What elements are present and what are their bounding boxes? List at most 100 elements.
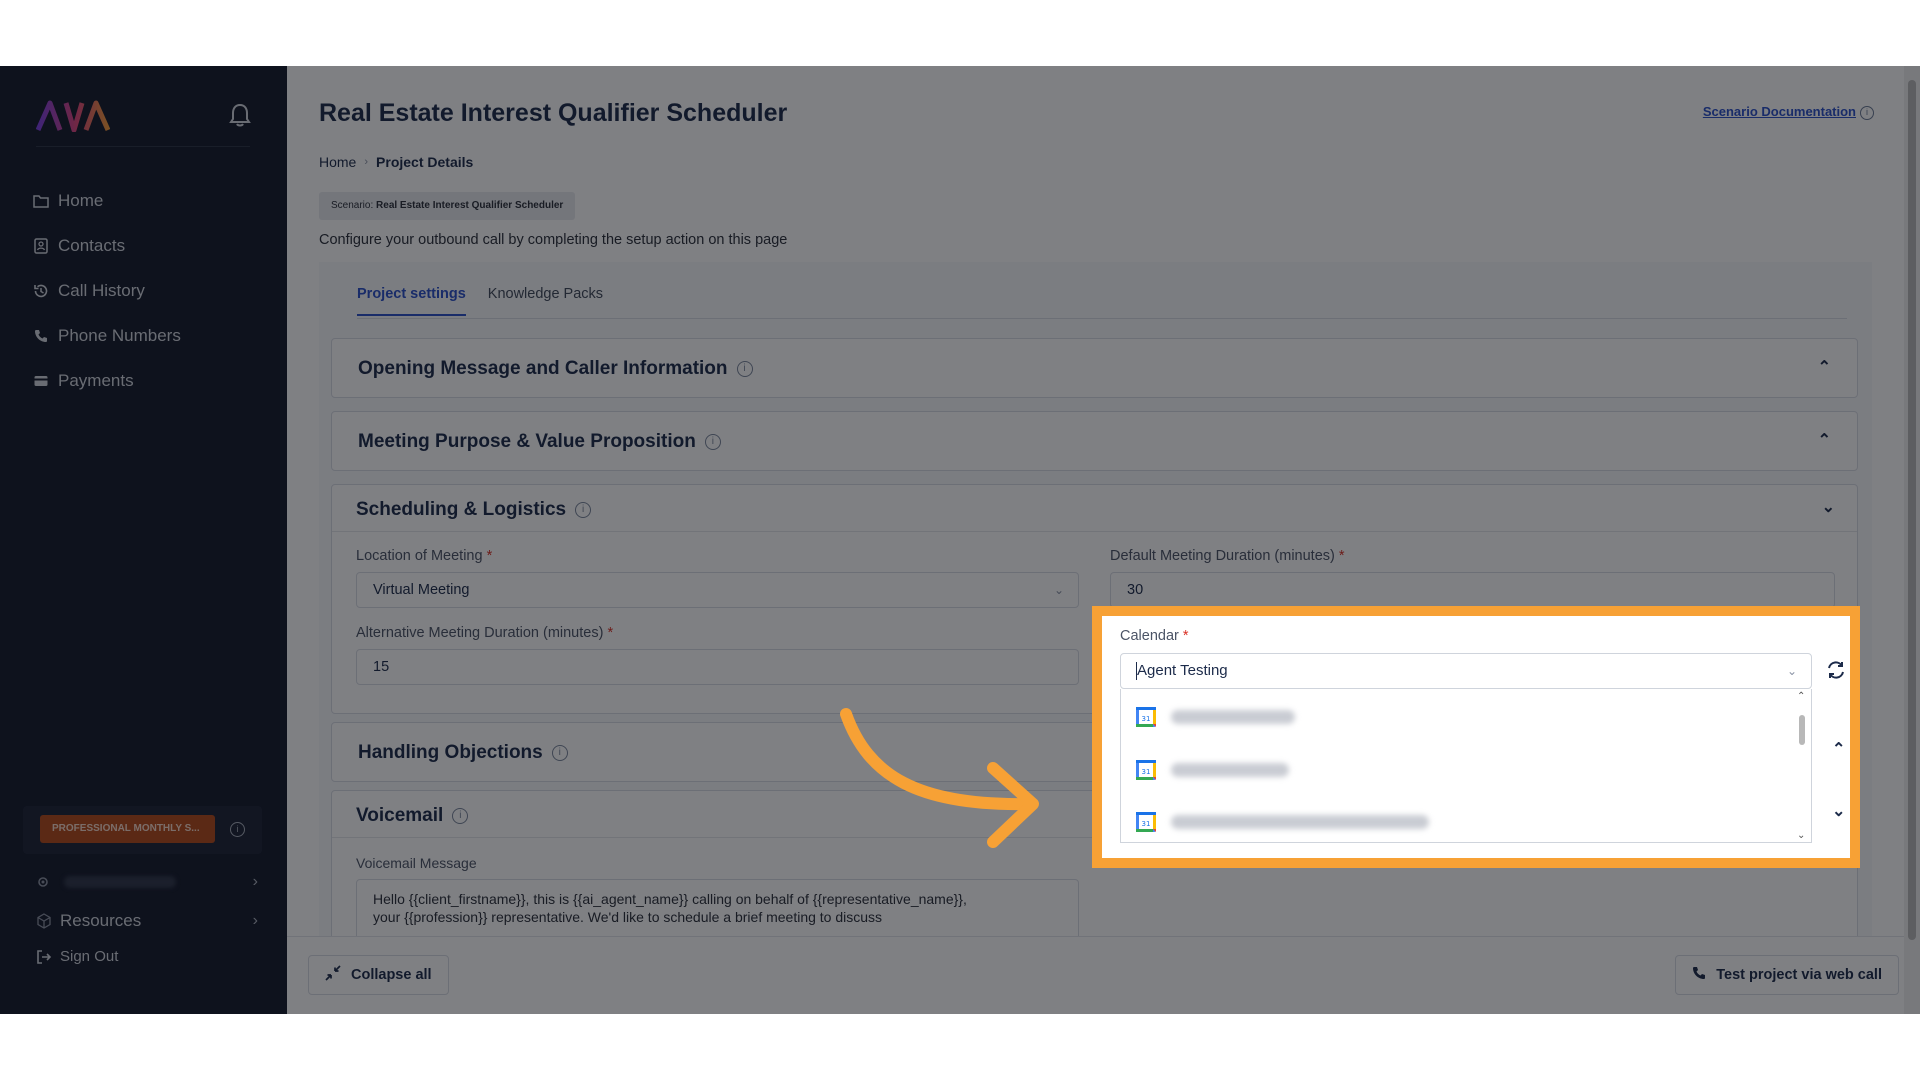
user-name-redacted	[64, 876, 176, 888]
cube-icon	[37, 913, 51, 929]
sidebar-item-label: Home	[58, 190, 104, 210]
tab-knowledge-packs[interactable]: Knowledge Packs	[488, 286, 603, 316]
chevron-down-icon[interactable]: ⌄	[1822, 497, 1835, 517]
chevron-up-icon[interactable]: ⌃	[1818, 430, 1831, 450]
calendar-label: Calendar *	[1120, 628, 1189, 644]
scenario-badge: Scenario: Real Estate Interest Qualifier…	[319, 192, 576, 220]
tab-bar: Project settings Knowledge Packs	[357, 286, 625, 316]
breadcrumb: Home › Project Details	[319, 154, 473, 170]
google-calendar-icon: 31	[1136, 760, 1156, 780]
alt-duration-input[interactable]: 15	[356, 649, 1079, 685]
calendar-option[interactable]: 31	[1135, 758, 1289, 782]
info-icon[interactable]: i	[230, 822, 245, 837]
calendar-label-text: Calendar	[1120, 628, 1179, 644]
svg-text:31: 31	[1142, 768, 1151, 776]
sidebar-item-label: Call History	[58, 280, 145, 300]
scrollbar-thumb[interactable]	[1799, 715, 1805, 745]
section-title-text: Voicemail	[356, 805, 444, 826]
info-icon[interactable]: i	[1860, 106, 1874, 120]
duration-value: 30	[1127, 582, 1144, 598]
alt-duration-label-text: Alternative Meeting Duration (minutes)	[356, 625, 604, 641]
scenario-prefix: Scenario:	[331, 200, 374, 211]
config-instructions: Configure your outbound call by completi…	[319, 232, 788, 248]
phone-icon	[1692, 966, 1706, 984]
page-scrollbar[interactable]	[1904, 66, 1920, 1014]
test-call-label: Test project via web call	[1716, 967, 1882, 983]
duration-label-text: Default Meeting Duration (minutes)	[1110, 548, 1335, 564]
sidebar-item-contacts[interactable]: Contacts	[32, 223, 262, 268]
duration-input[interactable]: 30	[1110, 572, 1835, 608]
voicemail-text-line: Hello {{client_firstname}}, this is {{ai…	[373, 891, 967, 907]
ava-logo	[36, 100, 110, 132]
tab-project-settings[interactable]: Project settings	[357, 286, 466, 316]
gear-icon	[38, 877, 48, 887]
chevron-up-icon[interactable]: ⌃	[1818, 357, 1831, 377]
sign-out-label: Sign Out	[60, 948, 119, 965]
required-mark: *	[486, 548, 493, 564]
sidebar-item-payments[interactable]: Payments	[32, 358, 262, 403]
refresh-icon[interactable]	[1826, 660, 1846, 680]
collapse-icon	[325, 965, 341, 985]
duration-label: Default Meeting Duration (minutes) *	[1110, 548, 1345, 564]
section-meeting-purpose[interactable]: Meeting Purpose & Value Proposition i ⌃	[331, 411, 1858, 471]
section-divider	[332, 531, 1857, 532]
location-select[interactable]: Virtual Meeting ⌄	[356, 572, 1079, 608]
section-title: Opening Message and Caller Information i	[358, 358, 753, 380]
chevron-down-icon[interactable]: ⌄	[1797, 830, 1805, 841]
chevron-right-icon: ›	[364, 156, 369, 168]
info-icon[interactable]: i	[736, 361, 753, 377]
calendar-option[interactable]: 31	[1135, 705, 1295, 729]
info-icon[interactable]: i	[704, 434, 721, 450]
app-frame: Home Contacts Call History Phone Numbers	[0, 66, 1920, 1014]
info-icon[interactable]: i	[452, 808, 469, 824]
breadcrumb-current: Project Details	[376, 154, 474, 170]
history-icon	[32, 282, 50, 300]
section-opening-message[interactable]: Opening Message and Caller Information i…	[331, 338, 1858, 398]
location-value: Virtual Meeting	[373, 582, 470, 598]
sidebar-item-phone-numbers[interactable]: Phone Numbers	[32, 313, 262, 358]
info-icon[interactable]: i	[575, 502, 592, 518]
section-title: Handling Objections i	[358, 742, 568, 764]
voicemail-label: Voicemail Message	[356, 855, 477, 871]
user-account-row[interactable]: ›	[36, 870, 258, 894]
scrollbar-thumb[interactable]	[1908, 80, 1916, 940]
bell-icon[interactable]	[228, 102, 252, 128]
svg-text:31: 31	[1142, 820, 1151, 828]
chevron-down-icon: ⌄	[1786, 664, 1797, 678]
sidebar-item-call-history[interactable]: Call History	[32, 268, 262, 313]
breadcrumb-home[interactable]: Home	[319, 154, 356, 170]
section-title: Meeting Purpose & Value Proposition i	[358, 431, 721, 453]
resources-menu[interactable]: Resources ›	[36, 908, 258, 934]
calendar-option[interactable]: 31	[1135, 810, 1429, 834]
location-label: Location of Meeting *	[356, 548, 492, 564]
chevron-up-icon[interactable]: ⌃	[1797, 691, 1805, 702]
voicemail-text-line: your {{profession}} representative. We'd…	[373, 909, 883, 925]
calendar-select[interactable]: Agent Testing ⌄	[1120, 653, 1812, 689]
google-calendar-icon: 31	[1136, 707, 1156, 727]
folder-icon	[32, 192, 50, 210]
section-title-text: Scheduling & Logistics	[356, 499, 567, 520]
chevron-right-icon: ›	[252, 873, 258, 890]
sign-out-button[interactable]: Sign Out	[36, 948, 118, 965]
collapse-all-button[interactable]: Collapse all	[308, 955, 449, 995]
section-title[interactable]: Scheduling & Logistics i	[356, 499, 592, 521]
chevron-down-icon[interactable]: ⌄	[1832, 801, 1845, 821]
bottom-action-bar: Collapse all Test project via web call	[287, 936, 1920, 1014]
payments-icon	[32, 372, 50, 390]
calendar-value: Agent Testing	[1137, 662, 1228, 679]
tab-divider	[357, 318, 1847, 319]
alt-duration-label: Alternative Meeting Duration (minutes) *	[356, 625, 613, 641]
chevron-up-icon[interactable]: ⌃	[1832, 739, 1845, 759]
plan-badge[interactable]: PROFESSIONAL MONTHLY S...	[40, 815, 215, 843]
info-icon[interactable]: i	[551, 745, 568, 761]
plan-card: PROFESSIONAL MONTHLY S... i	[23, 806, 262, 854]
calendar-option-redacted	[1171, 710, 1295, 724]
collapse-all-label: Collapse all	[351, 967, 432, 983]
required-mark: *	[607, 625, 614, 641]
sidebar-item-home[interactable]: Home	[32, 178, 262, 223]
calendar-highlight: Calendar * Agent Testing ⌄ 31 31 31 ⌃ ⌄ …	[1092, 606, 1860, 868]
dropdown-scrollbar[interactable]: ⌃ ⌄	[1797, 691, 1807, 841]
section-title[interactable]: Voicemail i	[356, 805, 469, 827]
test-call-button[interactable]: Test project via web call	[1675, 955, 1899, 995]
scenario-documentation-link[interactable]: Scenario Documentation	[1703, 104, 1856, 119]
